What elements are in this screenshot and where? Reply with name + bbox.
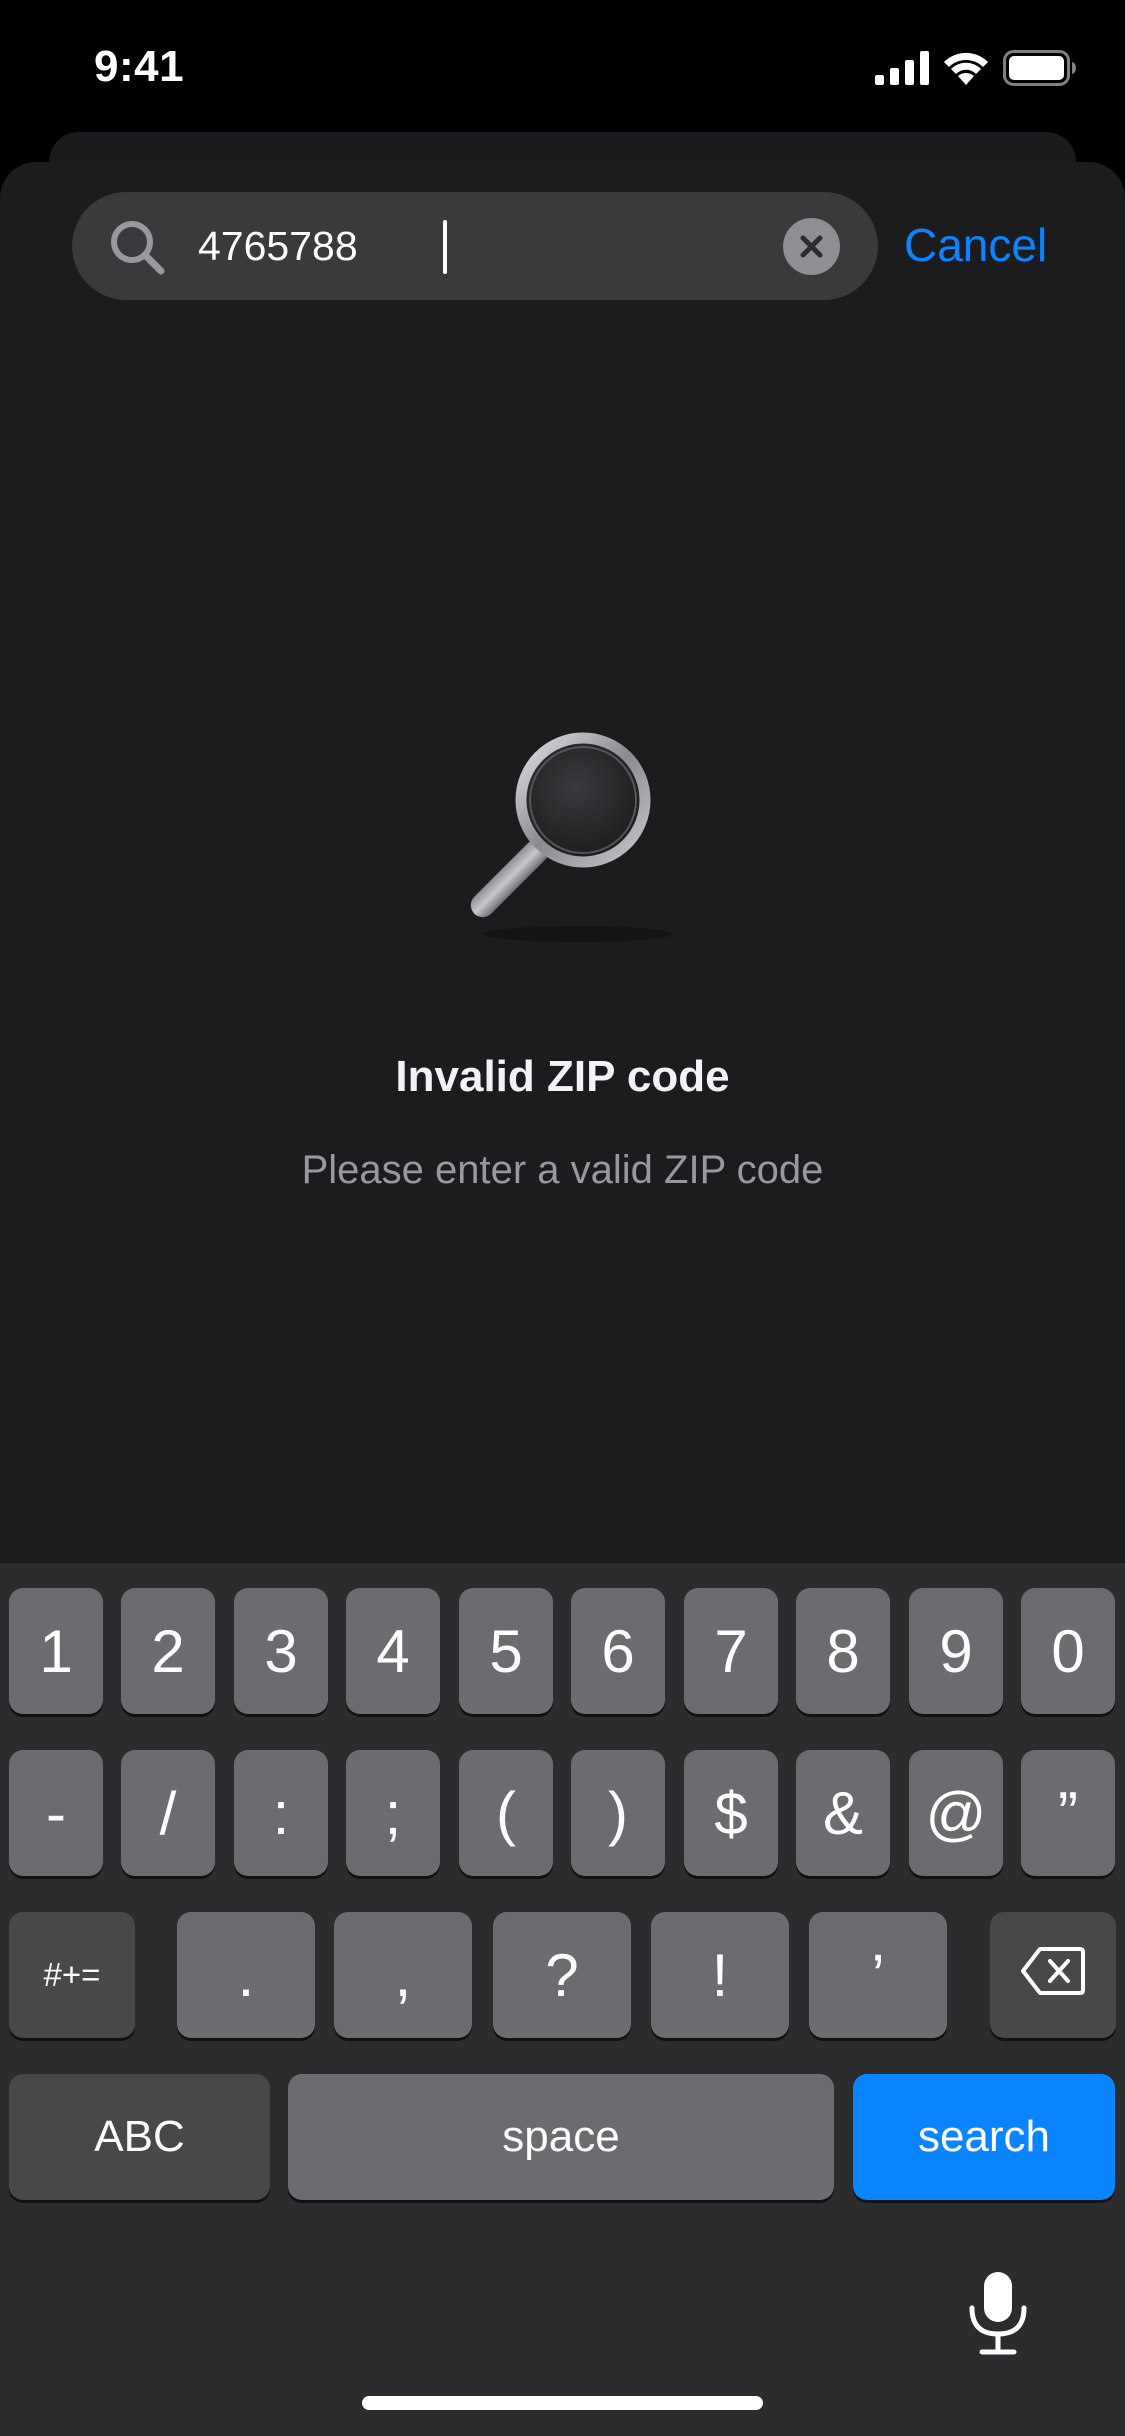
signal-icon [875,51,929,85]
search-icon [108,218,166,281]
key-quote[interactable]: ” [1021,1750,1115,1876]
text-caret [443,220,447,274]
key-1[interactable]: 1 [9,1588,103,1714]
empty-state-subtitle: Please enter a valid ZIP code [301,1148,824,1192]
delete-key[interactable] [990,1912,1116,2038]
key-search[interactable]: search [853,2074,1115,2200]
key-7[interactable]: 7 [684,1588,778,1714]
cancel-button[interactable]: Cancel [904,218,1047,272]
key-comma[interactable]: , [334,1912,472,2038]
home-indicator[interactable] [362,2396,763,2410]
key-6[interactable]: 6 [571,1588,665,1714]
key-ampersand[interactable]: & [796,1750,890,1876]
wifi-icon [943,51,989,85]
key-at[interactable]: @ [909,1750,1003,1876]
battery-icon [1003,50,1077,86]
magnifying-glass-icon [448,720,708,965]
key-0[interactable]: 0 [1021,1588,1115,1714]
delete-icon [1020,1941,1086,2010]
status-time: 9:41 [94,42,185,91]
key-2[interactable]: 2 [121,1588,215,1714]
key-period[interactable]: . [177,1912,315,2038]
key-apostrophe[interactable]: ’ [809,1912,947,2038]
search-field[interactable] [72,192,878,300]
key-slash[interactable]: / [121,1750,215,1876]
key-close-paren[interactable]: ) [571,1750,665,1876]
key-colon[interactable]: : [234,1750,328,1876]
key-abc[interactable]: ABC [9,2074,270,2200]
search-input[interactable] [198,212,798,280]
key-5[interactable]: 5 [459,1588,553,1714]
key-symbols-toggle[interactable]: #+= [9,1912,135,2038]
key-4[interactable]: 4 [346,1588,440,1714]
key-dollar[interactable]: $ [684,1750,778,1876]
key-space[interactable]: space [288,2074,834,2200]
key-3[interactable]: 3 [234,1588,328,1714]
clear-icon[interactable] [783,218,840,275]
status-icons [875,48,1077,88]
key-8[interactable]: 8 [796,1588,890,1714]
key-9[interactable]: 9 [909,1588,1003,1714]
status-bar: 9:41 [0,0,1125,135]
microphone-icon[interactable] [962,2268,1034,2363]
key-question[interactable]: ? [493,1912,631,2038]
key-semicolon[interactable]: ; [346,1750,440,1876]
key-hyphen[interactable]: - [9,1750,103,1876]
key-open-paren[interactable]: ( [459,1750,553,1876]
key-exclamation[interactable]: ! [651,1912,789,2038]
empty-state-title: Invalid ZIP code [395,1052,730,1101]
